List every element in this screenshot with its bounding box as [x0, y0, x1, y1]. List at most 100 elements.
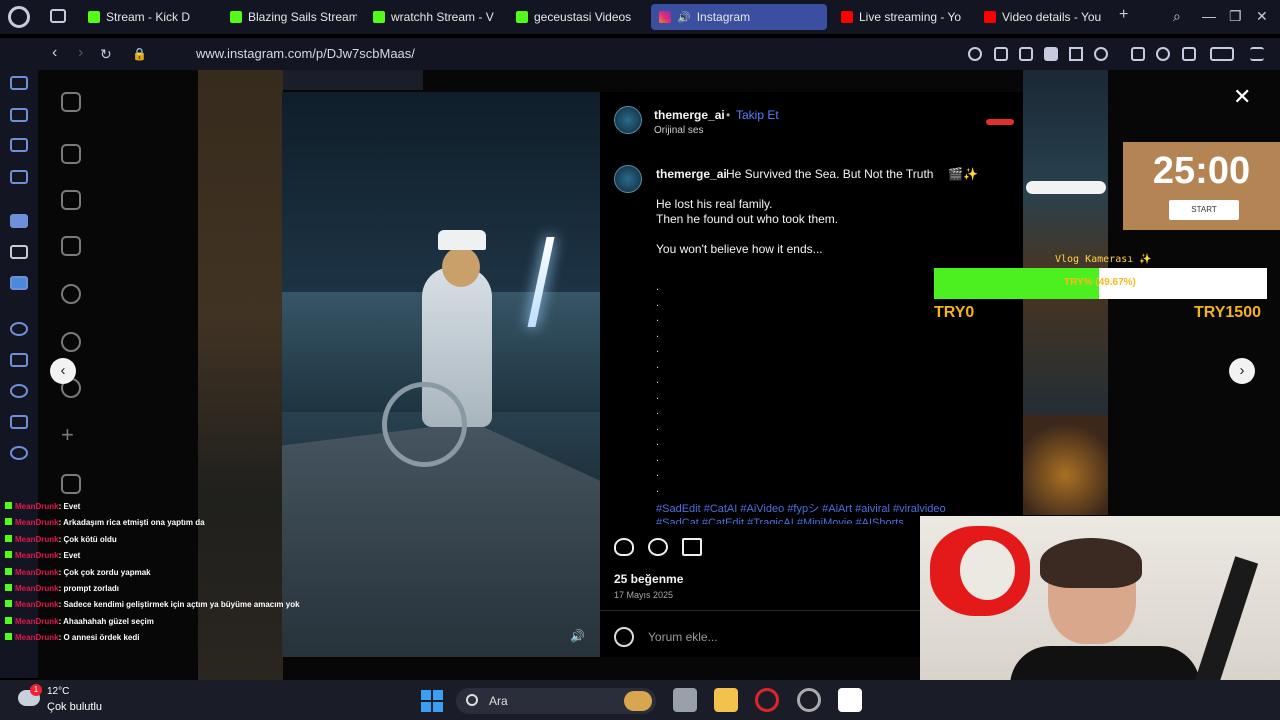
close-icon[interactable]: ✕	[1233, 84, 1251, 110]
background-thumbnail-right-bottom	[1023, 415, 1108, 515]
caption-username[interactable]: themerge_ai	[656, 167, 727, 181]
comment-input[interactable]: Yorum ekle...	[648, 630, 718, 644]
reload-icon[interactable]: ↻	[100, 46, 112, 63]
post-username[interactable]: themerge_ai	[654, 108, 725, 122]
tab-kick-stream[interactable]: Stream - Kick D	[80, 4, 215, 30]
chat-message: MeanDrunk: Çok kötü oldu	[5, 534, 117, 544]
sidebar-player-icon[interactable]	[10, 322, 28, 336]
task-view-icon[interactable]	[673, 688, 697, 712]
tab-youtube-live[interactable]: Live streaming - Yo	[833, 4, 968, 30]
prev-post-button[interactable]: ‹	[50, 358, 76, 384]
background-thumbnail-top	[283, 70, 423, 90]
reels-icon[interactable]	[61, 190, 81, 210]
tab-overview-icon[interactable]	[50, 9, 66, 23]
download-icon[interactable]	[1182, 47, 1196, 61]
messages-icon[interactable]	[61, 236, 81, 256]
post-video[interactable]: 🔊	[282, 92, 600, 657]
url-field[interactable]: www.instagram.com/p/DJw7scbMaas/	[196, 46, 415, 61]
ai-icon[interactable]	[1210, 47, 1234, 61]
chat-username[interactable]: MeanDrunk	[15, 633, 59, 642]
chat-username[interactable]: MeanDrunk	[15, 551, 59, 560]
goal-progress-text: TRY% (49.67%)	[1064, 277, 1136, 288]
notion-icon[interactable]	[838, 688, 862, 712]
new-tab-icon[interactable]: +	[1119, 6, 1128, 24]
audio-label[interactable]: Orijinal ses	[654, 125, 703, 136]
chat-username[interactable]: MeanDrunk	[15, 518, 59, 527]
pin-icon[interactable]	[994, 47, 1008, 61]
avatar[interactable]	[614, 106, 642, 134]
extensions-icon[interactable]	[1131, 47, 1145, 61]
comment-icon[interactable]	[648, 538, 668, 556]
caption-avatar[interactable]	[614, 165, 642, 193]
timer-start-button[interactable]: START	[1169, 200, 1239, 220]
file-explorer-icon[interactable]	[714, 688, 738, 712]
tab-instagram[interactable]: 🔊 Instagram	[651, 4, 827, 30]
opera-logo-icon[interactable]	[8, 6, 30, 28]
share-icon[interactable]	[682, 538, 702, 556]
restore-icon[interactable]: ❐	[1229, 8, 1242, 25]
search-highlight-icon	[624, 691, 652, 711]
chat-text: : Evet	[58, 502, 81, 511]
tab-youtube-details[interactable]: Video details - You	[976, 4, 1111, 30]
sidebar-settings-icon[interactable]	[10, 446, 28, 460]
sidebar-steam-icon[interactable]	[10, 170, 28, 184]
create-icon[interactable]: +	[61, 424, 81, 446]
mini-player-control[interactable]	[1026, 181, 1106, 194]
tab-geceustasi[interactable]: geceustasi Videos	[508, 4, 643, 30]
chat-message: MeanDrunk: Çok çok zordu yapmak	[5, 567, 151, 577]
windows-start-icon[interactable]	[421, 690, 443, 712]
sidebar-twitch-icon[interactable]	[10, 214, 28, 228]
tab-blazing-sails[interactable]: Blazing Sails Stream	[222, 4, 357, 30]
dashboard-icon[interactable]	[61, 474, 81, 494]
profile-icon[interactable]	[1156, 47, 1170, 61]
weather-badge: 1	[30, 684, 42, 696]
minimize-icon[interactable]: —	[1202, 8, 1216, 24]
more-options-icon[interactable]	[986, 119, 1014, 125]
chat-message: MeanDrunk: O annesi ördek kedi	[5, 633, 139, 642]
weather-desc[interactable]: Çok bulutlu	[47, 701, 102, 713]
menu-icon[interactable]	[1250, 47, 1264, 61]
tab-wratchh[interactable]: wratchh Stream - V	[365, 4, 500, 30]
chat-text: : Sadece kendimi geliştirmek için açtım …	[58, 600, 300, 610]
snapshot-icon[interactable]	[1019, 47, 1033, 61]
kick-icon	[230, 11, 242, 23]
sidebar-aria-icon[interactable]	[10, 76, 28, 90]
back-icon[interactable]: ‹	[52, 44, 57, 62]
search-tabs-icon[interactable]: ⌕	[1173, 8, 1181, 25]
emoji-picker-icon[interactable]	[614, 627, 634, 647]
weather-temp[interactable]: 12°C	[47, 686, 69, 697]
play-icon[interactable]	[1069, 47, 1083, 61]
instagram-logo-icon[interactable]	[61, 92, 81, 112]
opera-gx-icon[interactable]	[755, 688, 779, 712]
shield-icon[interactable]	[1044, 47, 1058, 61]
chat-username[interactable]: MeanDrunk	[15, 617, 59, 626]
chat-username[interactable]: MeanDrunk	[15, 600, 59, 609]
zoom-icon[interactable]	[968, 47, 982, 61]
follow-button[interactable]: Takip Et	[736, 108, 779, 122]
chat-text: : Çok kötü oldu	[58, 534, 117, 544]
close-window-icon[interactable]: ✕	[1256, 8, 1268, 25]
likes-count[interactable]: 25 beğenme	[614, 572, 683, 586]
chat-username[interactable]: MeanDrunk	[15, 535, 59, 544]
sidebar-extensions-icon[interactable]	[10, 415, 28, 429]
taskbar-search[interactable]: Ara	[456, 688, 656, 714]
heart-icon[interactable]	[1094, 47, 1108, 61]
sidebar-x-icon[interactable]	[10, 245, 28, 259]
next-post-button[interactable]: ›	[1229, 358, 1255, 384]
captain-cat-head	[442, 247, 480, 287]
home-icon[interactable]	[61, 144, 81, 164]
sidebar-games-icon[interactable]	[10, 138, 28, 152]
sidebar-app-icon[interactable]	[10, 276, 28, 290]
explore-icon[interactable]	[61, 332, 81, 352]
chat-username[interactable]: MeanDrunk	[15, 568, 59, 577]
search-icon[interactable]	[61, 284, 81, 304]
obs-icon[interactable]	[797, 688, 821, 712]
volume-icon[interactable]: 🔊	[570, 629, 585, 643]
sidebar-chatgpt-icon[interactable]	[10, 108, 28, 122]
chat-username[interactable]: MeanDrunk	[15, 502, 59, 511]
like-icon[interactable]	[614, 538, 634, 556]
forward-icon[interactable]: ›	[78, 44, 83, 62]
chat-username[interactable]: MeanDrunk	[15, 584, 59, 593]
sidebar-pinboard-icon[interactable]	[10, 353, 28, 367]
sidebar-history-icon[interactable]	[10, 384, 28, 398]
